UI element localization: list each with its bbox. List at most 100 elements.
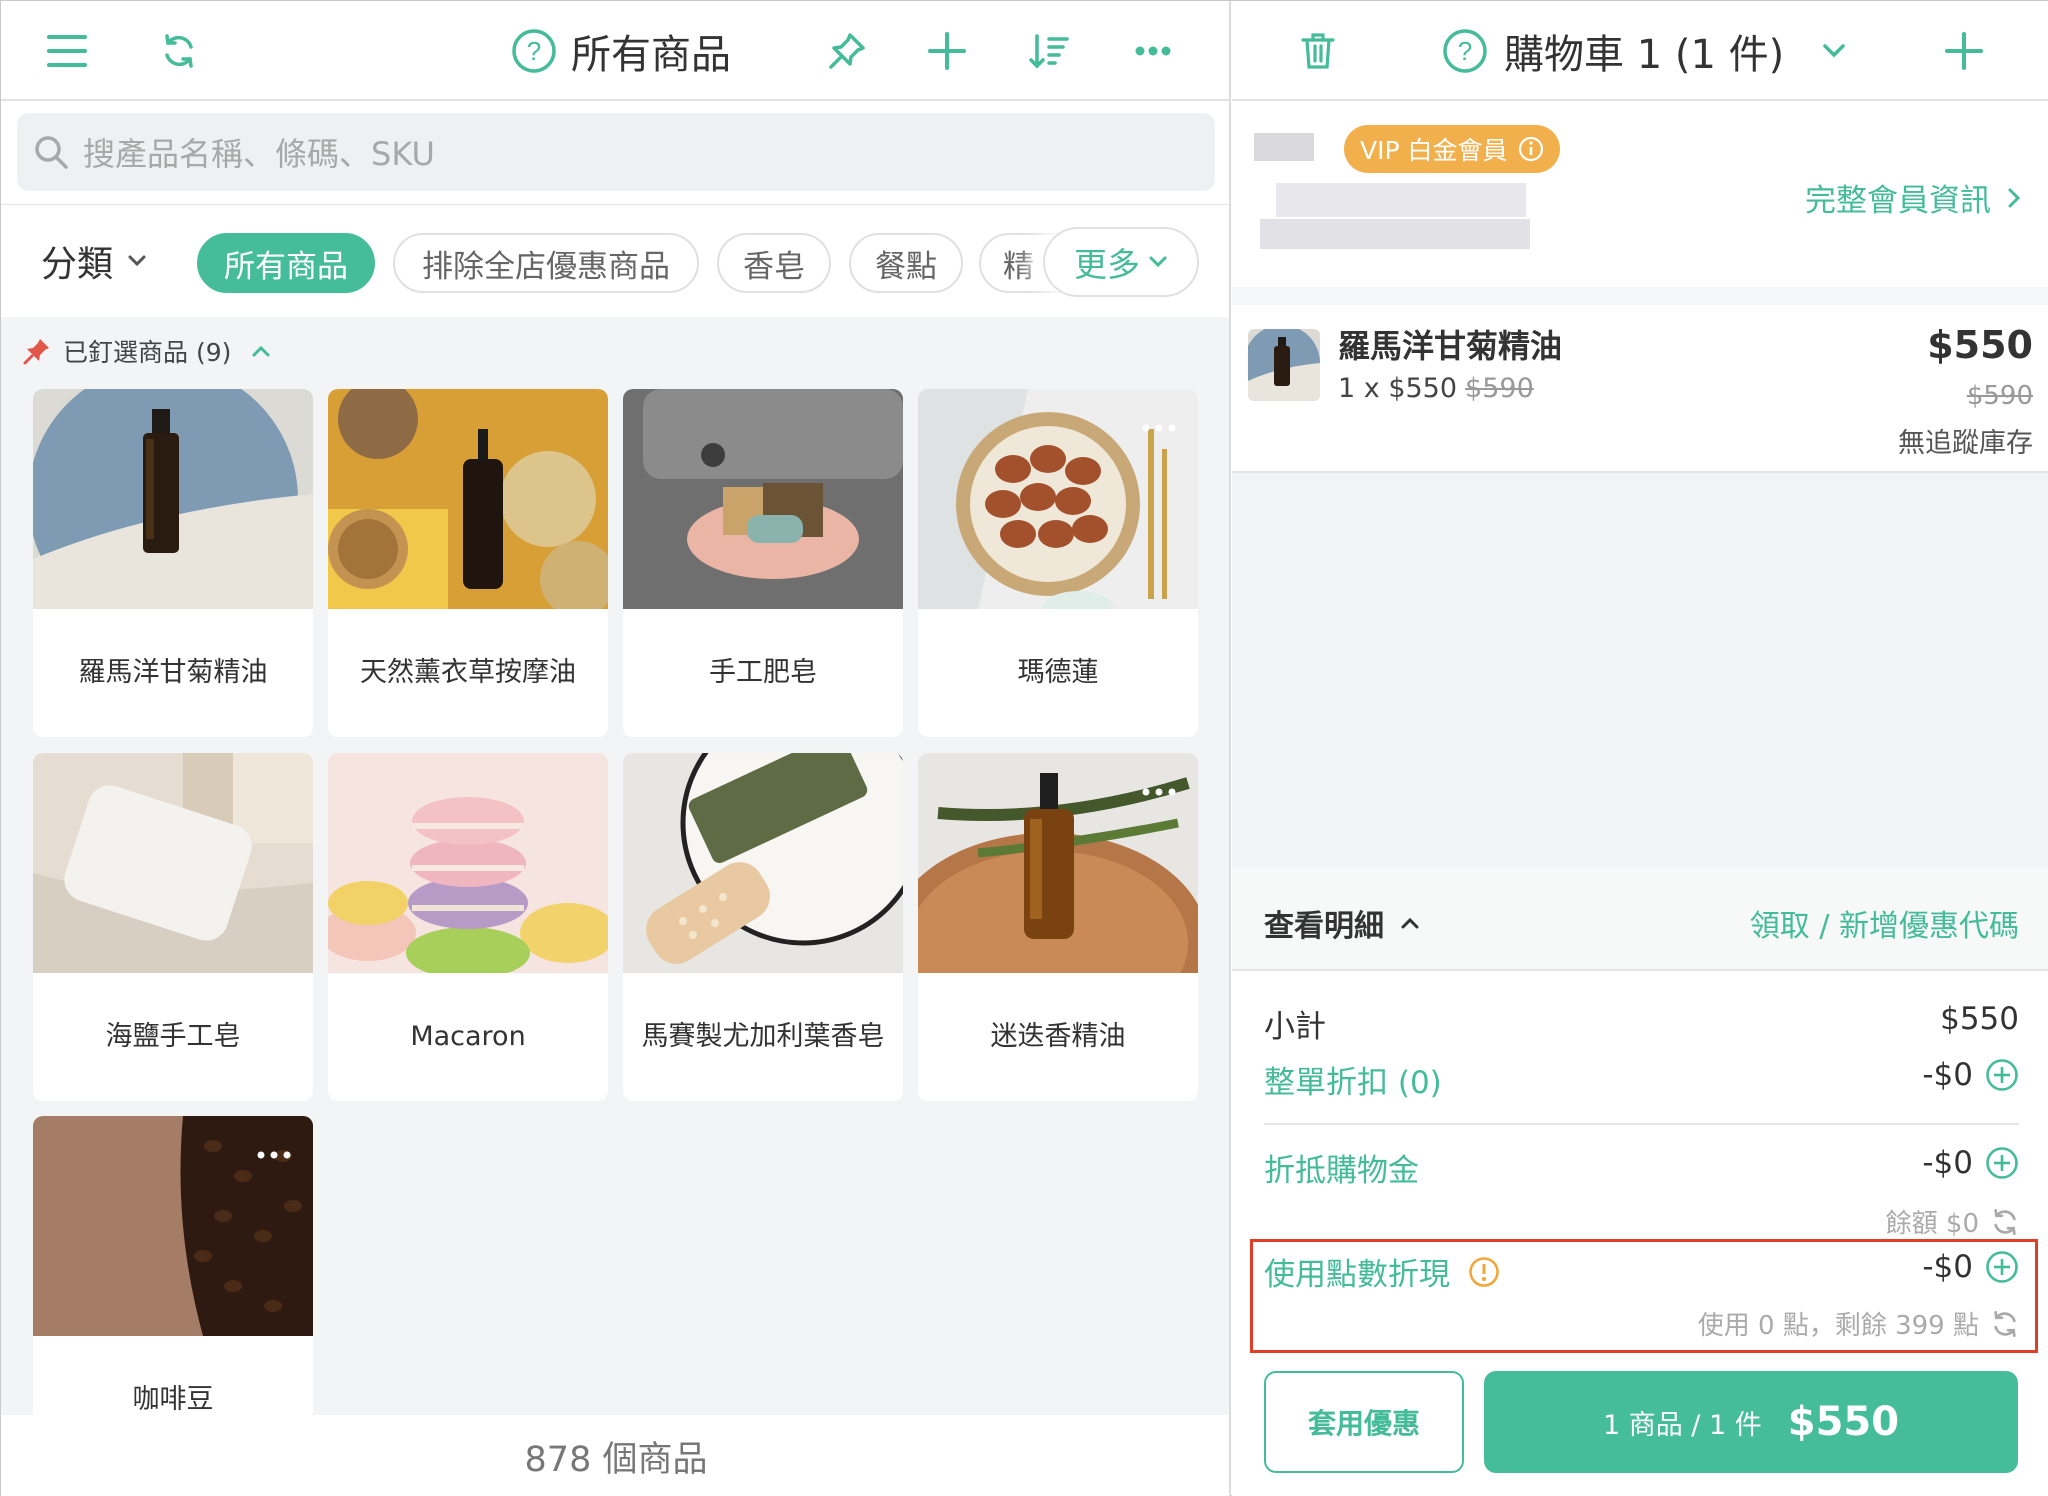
points-amount: -$0 bbox=[1922, 1249, 1973, 1285]
product-card[interactable]: 迷迭香精油 bbox=[918, 753, 1198, 1101]
product-name: Macaron bbox=[410, 1020, 526, 1052]
member-info-blur bbox=[1276, 183, 1526, 217]
cart-item-price: $550 bbox=[1927, 323, 2033, 367]
warning-icon bbox=[1468, 1256, 1500, 1288]
product-image bbox=[33, 753, 313, 973]
menu-icon[interactable] bbox=[41, 25, 93, 77]
order-discount-label[interactable]: 整單折扣 (0) bbox=[1264, 1057, 1442, 1102]
pinned-section-header[interactable]: 已釘選商品 (9) bbox=[23, 333, 271, 369]
vip-badge[interactable]: VIP 白金會員 bbox=[1344, 125, 1560, 173]
product-image bbox=[328, 389, 608, 609]
product-card[interactable]: 羅馬洋甘菊精油 bbox=[33, 389, 313, 737]
chevron-up-icon bbox=[1400, 916, 1420, 930]
refresh-icon[interactable] bbox=[153, 25, 205, 77]
add-circle-icon[interactable] bbox=[1985, 1146, 2019, 1180]
refresh-icon[interactable] bbox=[1991, 1310, 2019, 1338]
search-input[interactable]: 搜產品名稱、條碼、SKU bbox=[17, 113, 1215, 191]
cart-empty-area bbox=[1232, 473, 2048, 867]
more-options-icon[interactable] bbox=[1134, 411, 1184, 445]
points-redemption-label[interactable]: 使用點數折現 bbox=[1264, 1249, 1500, 1294]
product-name: 海鹽手工皂 bbox=[105, 1020, 241, 1052]
pin-icon bbox=[23, 337, 51, 365]
pinned-label: 已釘選商品 (9) bbox=[63, 338, 232, 367]
more-categories-button[interactable]: 更多 bbox=[1043, 227, 1199, 297]
svg-text:?: ? bbox=[1458, 36, 1472, 66]
chevron-down-icon bbox=[127, 254, 147, 268]
chevron-right-icon bbox=[2007, 187, 2021, 209]
product-image bbox=[623, 753, 903, 973]
store-credit-balance: 餘額 $0 bbox=[1886, 1203, 2019, 1240]
product-card[interactable]: Macaron bbox=[328, 753, 608, 1101]
search-placeholder: 搜產品名稱、條碼、SKU bbox=[83, 135, 435, 173]
details-toggle-label: 查看明細 bbox=[1264, 909, 1384, 944]
product-card[interactable]: 手工肥皂 bbox=[623, 389, 903, 737]
product-card[interactable]: 海鹽手工皂 bbox=[33, 753, 313, 1101]
add-cart-icon[interactable] bbox=[1938, 25, 1990, 77]
cart-item-name: 羅馬洋甘菊精油 bbox=[1338, 327, 1563, 365]
product-name: 羅馬洋甘菊精油 bbox=[78, 656, 268, 688]
pin-icon[interactable] bbox=[821, 25, 873, 77]
subtotal-label: 小計 bbox=[1264, 1009, 1326, 1045]
chevron-up-icon bbox=[251, 344, 271, 358]
product-name: 天然薰衣草按摩油 bbox=[360, 656, 576, 688]
points-label-text: 使用點數折現 bbox=[1264, 1257, 1450, 1293]
help-icon[interactable]: ? bbox=[1442, 28, 1488, 74]
cart-item-quantity: 1 x $550 $590 bbox=[1338, 373, 1534, 404]
chevron-down-icon[interactable] bbox=[1808, 25, 1860, 77]
vip-badge-label: VIP 白金會員 bbox=[1360, 136, 1508, 165]
details-toggle[interactable]: 查看明細 bbox=[1264, 901, 1420, 945]
category-label: 分類 bbox=[41, 244, 114, 285]
cart-item-thumbnail bbox=[1248, 329, 1320, 401]
product-image bbox=[33, 389, 313, 609]
chip-all-products[interactable]: 所有商品 bbox=[197, 233, 375, 293]
product-count: 878 個商品 bbox=[1, 1415, 1229, 1496]
help-icon[interactable]: ? bbox=[511, 28, 557, 74]
chip-meals[interactable]: 餐點 bbox=[849, 233, 963, 293]
add-circle-icon[interactable] bbox=[1985, 1058, 2019, 1092]
cart-pane: ? 購物車 1 (1 件) VIP 白金會員 完整會員資訊 羅馬洋甘菊精油 1 … bbox=[1232, 1, 2048, 1496]
product-name: 迷迭香精油 bbox=[990, 1020, 1126, 1052]
refresh-icon[interactable] bbox=[1991, 1208, 2019, 1236]
more-options-icon[interactable] bbox=[249, 1138, 299, 1172]
cart-line-item[interactable]: 羅馬洋甘菊精油 1 x $550 $590 $550 $590 無追蹤庫存 bbox=[1232, 305, 2048, 473]
checkout-total: $550 bbox=[1787, 1399, 1900, 1445]
member-link-label: 完整會員資訊 bbox=[1805, 183, 1991, 219]
sort-icon[interactable] bbox=[1023, 25, 1075, 77]
member-phone-blur bbox=[1260, 219, 1530, 249]
more-options-icon[interactable] bbox=[1127, 25, 1179, 77]
member-details-link[interactable]: 完整會員資訊 bbox=[1805, 175, 2021, 220]
category-filter-row: 分類 所有商品 排除全店優惠商品 香皂 餐點 精 更多 bbox=[1, 205, 1229, 317]
member-info: VIP 白金會員 完整會員資訊 bbox=[1232, 101, 2048, 287]
product-card[interactable]: 瑪德蓮 bbox=[918, 389, 1198, 737]
product-card[interactable]: 天然薰衣草按摩油 bbox=[328, 389, 608, 737]
section-divider bbox=[1232, 287, 2048, 305]
divider bbox=[1264, 1123, 2019, 1125]
chip-exclude-discount[interactable]: 排除全店優惠商品 bbox=[393, 233, 699, 293]
search-icon bbox=[33, 134, 69, 170]
member-name-blur bbox=[1254, 133, 1314, 161]
category-dropdown[interactable]: 分類 bbox=[41, 235, 147, 287]
add-circle-icon[interactable] bbox=[1985, 1250, 2019, 1284]
checkout-button[interactable]: 1 商品 / 1 件 $550 bbox=[1484, 1371, 2018, 1473]
store-credit-balance-text: 餘額 $0 bbox=[1885, 1209, 1979, 1239]
cart-toolbar: ? 購物車 1 (1 件) bbox=[1232, 1, 2048, 101]
store-credit-label[interactable]: 折抵購物金 bbox=[1264, 1145, 1419, 1190]
chevron-down-icon bbox=[1148, 255, 1168, 269]
trash-icon[interactable] bbox=[1292, 25, 1344, 77]
product-name: 瑪德蓮 bbox=[1017, 656, 1099, 688]
apply-discount-button[interactable]: 套用優惠 bbox=[1264, 1371, 1464, 1473]
product-pane: ? 所有商品 搜產品名稱、條碼、SKU 分類 所有商品 排除全店優惠商品 香皂 … bbox=[1, 1, 1231, 1496]
coupon-code-link[interactable]: 領取 / 新增優惠代碼 bbox=[1750, 901, 2019, 945]
svg-text:?: ? bbox=[527, 36, 541, 66]
cart-title-group: ? 購物車 1 (1 件) bbox=[1442, 23, 1784, 79]
details-header: 查看明細 領取 / 新增優惠代碼 bbox=[1232, 867, 2048, 971]
chip-soap[interactable]: 香皂 bbox=[717, 233, 831, 293]
cart-item-original-price: $590 bbox=[1966, 381, 2033, 411]
product-image bbox=[623, 389, 903, 609]
product-card[interactable]: 馬賽製尤加利葉香皂 bbox=[623, 753, 903, 1101]
more-options-icon[interactable] bbox=[1134, 775, 1184, 809]
add-icon[interactable] bbox=[921, 25, 973, 77]
product-card[interactable]: 咖啡豆 bbox=[33, 1116, 313, 1464]
order-discount-value: -$0 bbox=[1922, 1057, 2019, 1093]
checkout-count: 1 商品 / 1 件 bbox=[1602, 1409, 1762, 1441]
